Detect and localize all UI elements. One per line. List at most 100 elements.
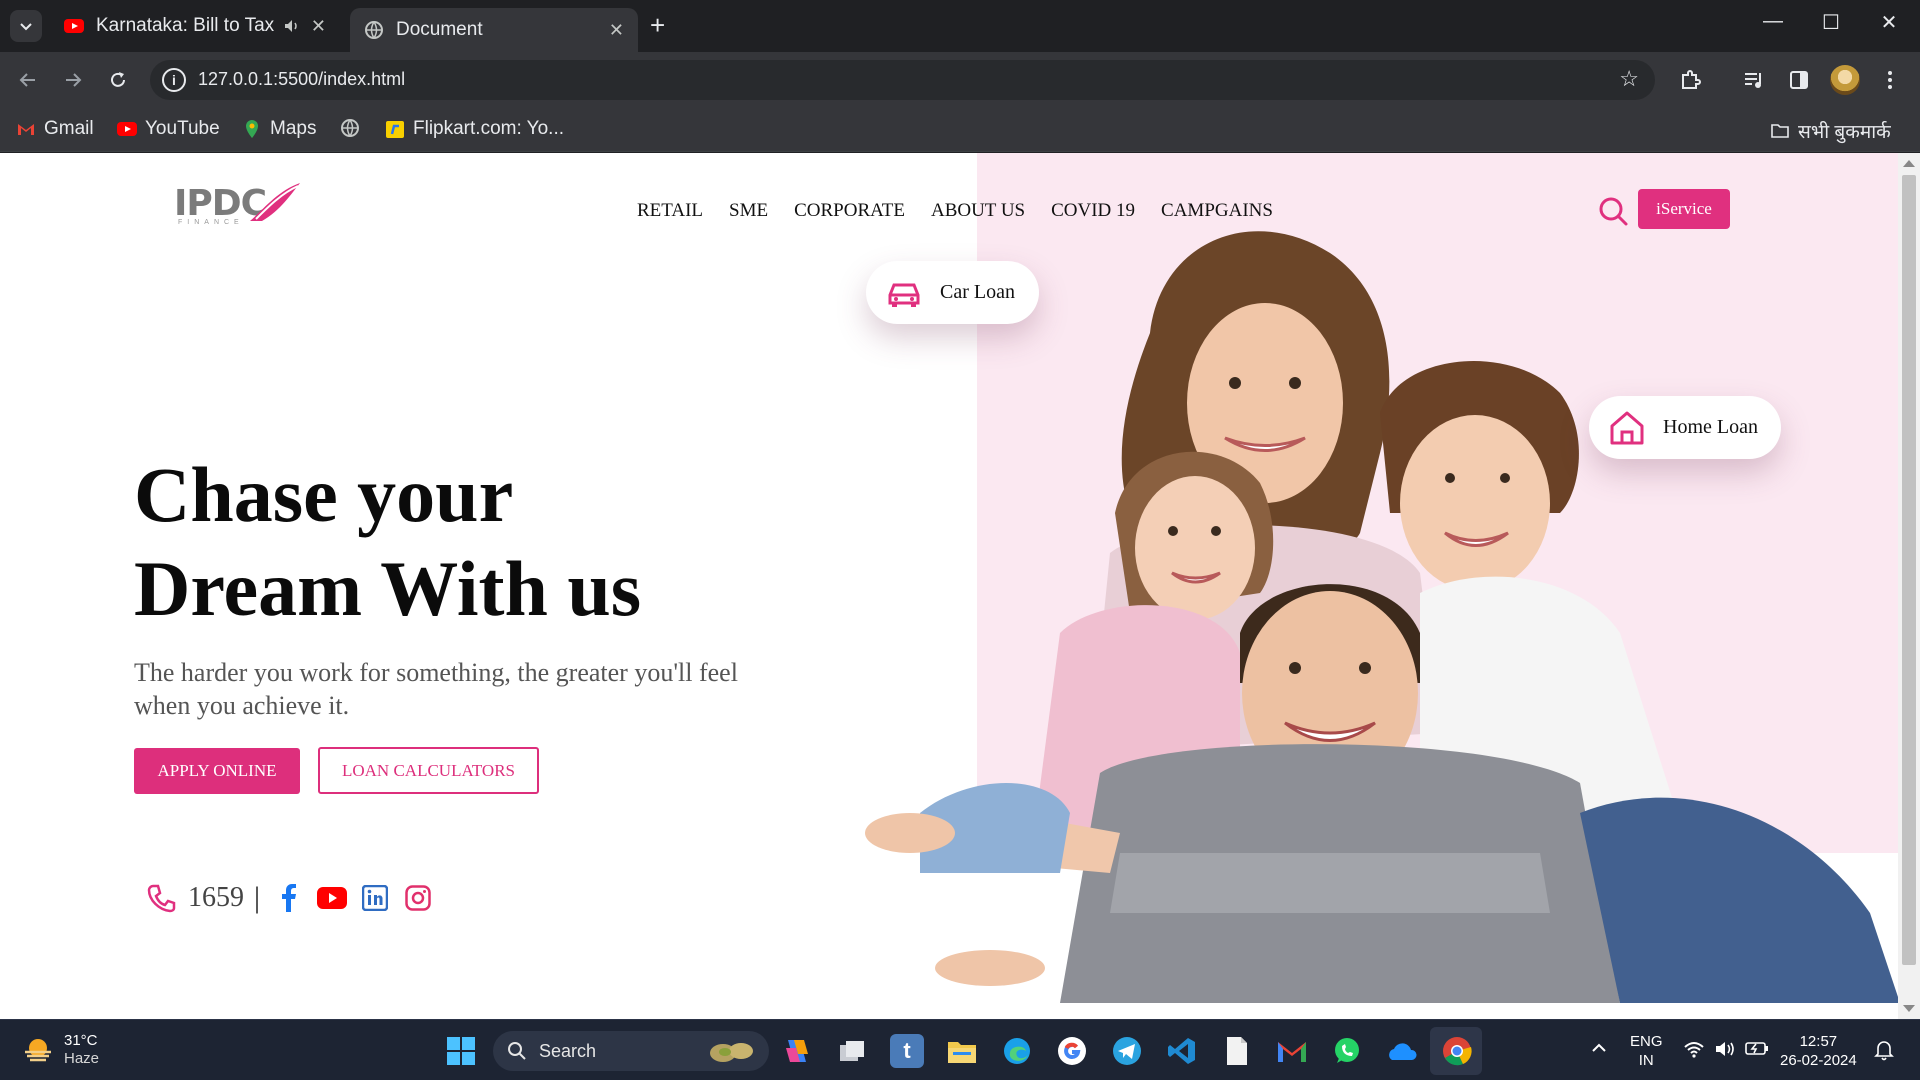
- page-scrollbar[interactable]: [1898, 153, 1920, 1019]
- nav-campgains[interactable]: CAMPGAINS: [1161, 200, 1273, 222]
- close-icon[interactable]: ✕: [311, 16, 326, 37]
- car-icon: [888, 283, 920, 307]
- clock-time: 12:57: [1799, 1033, 1838, 1050]
- logo-subtext: FINANCE: [178, 219, 244, 226]
- bookmark-label: Flipkart.com: Yo...: [413, 118, 565, 139]
- tab-strip: Karnataka: Bill to Tax T ✕ Document ✕ + …: [0, 0, 1920, 52]
- volume-icon[interactable]: [1714, 1040, 1736, 1063]
- youtube-icon: [117, 122, 137, 136]
- iservice-button[interactable]: iService: [1638, 189, 1730, 229]
- scrollbar-thumb[interactable]: [1902, 175, 1916, 965]
- arrow-right-icon: [66, 73, 82, 87]
- search-icon[interactable]: [1597, 195, 1629, 227]
- wifi-icon[interactable]: [1683, 1040, 1705, 1063]
- loan-calculators-button[interactable]: LOAN CALCULATORS: [318, 747, 539, 794]
- car-loan-pill[interactable]: Car Loan: [866, 261, 1039, 324]
- telegram-icon[interactable]: [1110, 1034, 1144, 1068]
- apply-online-button[interactable]: APPLY ONLINE: [134, 748, 300, 794]
- nav-covid-19[interactable]: COVID 19: [1051, 200, 1135, 222]
- clock[interactable]: 12:57 26-02-2024: [1780, 1032, 1857, 1070]
- tab-document[interactable]: Document ✕: [350, 8, 638, 52]
- bookmark-maps[interactable]: Maps: [242, 118, 316, 140]
- edge-icon[interactable]: [1000, 1034, 1034, 1068]
- maps-pin-icon: [246, 120, 258, 138]
- scroll-up-icon[interactable]: [1903, 160, 1915, 167]
- tumblr-icon[interactable]: t: [890, 1034, 924, 1068]
- windows-start-icon[interactable]: [447, 1037, 475, 1065]
- weather-temp: 31°C: [64, 1032, 98, 1049]
- notepad-icon[interactable]: [1220, 1034, 1254, 1068]
- all-bookmarks[interactable]: सभी बुकमार्क: [1770, 118, 1891, 144]
- window-close-icon[interactable]: ✕: [1874, 10, 1904, 35]
- web-page: IPDC FINANCE RETAIL SME CORPORATE ABOUT …: [0, 153, 1920, 1019]
- linkedin-icon[interactable]: [360, 883, 390, 913]
- close-icon[interactable]: ✕: [609, 20, 624, 41]
- hero-title: Chase your Dream With us: [134, 448, 854, 636]
- show-hidden-icons[interactable]: [1591, 1040, 1607, 1059]
- nav-retail[interactable]: RETAIL: [637, 200, 703, 222]
- battery-icon[interactable]: [1745, 1040, 1769, 1061]
- minimize-icon[interactable]: —: [1758, 10, 1788, 33]
- vscode-icon[interactable]: [1165, 1034, 1199, 1068]
- file-explorer-icon[interactable]: [945, 1034, 979, 1068]
- reload-button[interactable]: [104, 66, 132, 94]
- bookmark-label: YouTube: [145, 118, 220, 139]
- logo-feather-icon: [250, 183, 300, 221]
- maximize-icon[interactable]: ☐: [1816, 10, 1846, 35]
- bookmark-gmail[interactable]: Gmail: [16, 118, 94, 140]
- family-photo: [865, 231, 1900, 1003]
- language-indicator[interactable]: ENG IN: [1630, 1032, 1663, 1070]
- main-nav: RETAIL SME CORPORATE ABOUT US COVID 19 C…: [637, 200, 1273, 222]
- weather-condition: Haze: [64, 1050, 100, 1067]
- hotline-number: 1659: [188, 882, 244, 913]
- hero-title-line1: Chase your: [134, 451, 514, 538]
- onedrive-icon[interactable]: [1385, 1034, 1419, 1068]
- all-bookmarks-label: सभी बुकमार्क: [1798, 122, 1891, 143]
- forward-button[interactable]: [59, 66, 87, 94]
- media-control-icon[interactable]: [1740, 66, 1768, 94]
- search-icon: [508, 1042, 526, 1060]
- address-url: 127.0.0.1:5500/index.html: [198, 69, 406, 89]
- weather-widget[interactable]: 31°C Haze: [22, 1032, 99, 1068]
- task-view-icon[interactable]: [835, 1034, 869, 1068]
- taskbar-search[interactable]: Search: [493, 1031, 769, 1071]
- windows-taskbar: 31°C Haze Search t ENG IN 12:57 26-02-20…: [0, 1019, 1920, 1080]
- taskbar-search-label: Search: [539, 1040, 597, 1061]
- contact-row: 1659 |: [146, 881, 446, 915]
- menu-kebab-icon[interactable]: [1876, 66, 1904, 94]
- nav-about-us[interactable]: ABOUT US: [931, 200, 1025, 222]
- home-loan-pill[interactable]: Home Loan: [1589, 396, 1781, 459]
- phone-icon[interactable]: [146, 883, 176, 913]
- bookmark-youtube[interactable]: YouTube: [117, 118, 220, 140]
- profile-avatar[interactable]: [1830, 65, 1860, 95]
- address-bar[interactable]: i 127.0.0.1:5500/index.html ☆: [150, 60, 1655, 100]
- gmail-icon[interactable]: [1275, 1034, 1309, 1068]
- tab-search-button[interactable]: [10, 10, 42, 42]
- back-button[interactable]: [14, 66, 42, 94]
- nav-sme[interactable]: SME: [729, 200, 768, 222]
- home-icon: [1610, 411, 1644, 444]
- youtube-icon[interactable]: [317, 883, 348, 913]
- copilot-icon[interactable]: [780, 1034, 814, 1068]
- nav-corporate[interactable]: CORPORATE: [794, 200, 905, 222]
- google-icon[interactable]: [1055, 1034, 1089, 1068]
- speaker-icon[interactable]: [283, 17, 301, 35]
- extensions-icon[interactable]: [1676, 66, 1704, 94]
- hero-subtitle: The harder you work for something, the g…: [134, 658, 738, 720]
- scroll-down-icon[interactable]: [1903, 1005, 1915, 1012]
- chrome-icon[interactable]: [1440, 1034, 1474, 1068]
- ipdc-logo[interactable]: IPDC FINANCE: [174, 183, 304, 227]
- language-line1: ENG: [1630, 1033, 1663, 1050]
- bookmark-star-icon[interactable]: ☆: [1619, 66, 1639, 92]
- notification-bell-icon[interactable]: [1874, 1039, 1894, 1066]
- new-tab-button[interactable]: +: [650, 12, 665, 38]
- bookmark-flipkart[interactable]: Flipkart.com: Yo...: [385, 118, 564, 140]
- bookmark-globe[interactable]: [340, 118, 368, 138]
- instagram-icon[interactable]: [403, 883, 433, 913]
- tab-youtube[interactable]: Karnataka: Bill to Tax T ✕: [50, 8, 340, 44]
- car-loan-label: Car Loan: [940, 281, 1015, 303]
- site-info-icon[interactable]: i: [162, 68, 186, 92]
- side-panel-icon[interactable]: [1785, 66, 1813, 94]
- facebook-icon[interactable]: [274, 883, 304, 913]
- whatsapp-icon[interactable]: [1330, 1034, 1364, 1068]
